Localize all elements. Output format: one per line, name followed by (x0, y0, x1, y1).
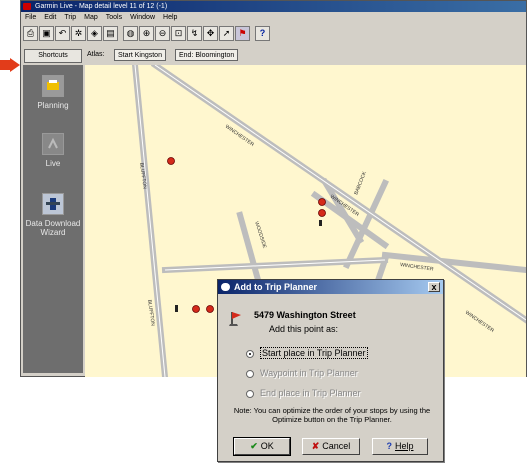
gps-icon[interactable]: ◈ (87, 26, 102, 41)
menu-tools[interactable]: Tools (102, 12, 126, 23)
dialog-title-bar: Add to Trip Planner x (218, 280, 443, 294)
street-label: WINCHESTER (464, 310, 495, 334)
radio-button[interactable] (246, 349, 254, 358)
save-icon[interactable]: ▣ (39, 26, 54, 41)
planning-icon (42, 75, 64, 97)
dialog-app-icon (221, 283, 230, 291)
sidebar-item-label: Live (45, 159, 61, 168)
cancel-button[interactable]: ✘ Cancel (302, 438, 360, 455)
window-title: Garmin Live - Map detail level 11 of 12 … (35, 3, 168, 10)
shortcuts-button[interactable]: Shortcuts (24, 49, 82, 63)
pointer-icon[interactable]: ➚ (219, 26, 234, 41)
street-label: WINCHESTER (400, 262, 435, 273)
print-icon[interactable]: ⎙ (23, 26, 38, 41)
atlas-label: Atlas: (87, 51, 105, 58)
sidebar: Planning Live Data Download Wizard (23, 65, 83, 373)
x-icon: ✘ (311, 441, 320, 451)
dialog-title: Add to Trip Planner (234, 282, 318, 292)
help-button[interactable]: ? Help (372, 438, 428, 455)
tab-start-kingston[interactable]: Start Kingston (114, 49, 166, 61)
street-label: BLUFFTON (146, 299, 156, 326)
street-label: BABCOCK (353, 170, 368, 196)
help-icon[interactable]: ? (255, 26, 270, 41)
pointer-arrow-icon (0, 58, 20, 72)
question-icon: ? (386, 441, 392, 451)
sidebar-item-planning[interactable]: Planning (23, 75, 83, 110)
route-icon[interactable]: ↯ (187, 26, 202, 41)
sidebar-item-live[interactable]: Live (23, 133, 83, 168)
toolbar: ⎙ ▣ ↶ ✲ ◈ ▤ ◍ ⊕ ⊖ ⊡ ↯ ✥ ➚ ⚑ ? (21, 23, 526, 46)
tab-row: Shortcuts Atlas: Start Kingston End: Blo… (21, 45, 526, 63)
undo-icon[interactable]: ↶ (55, 26, 70, 41)
zoom-area-icon[interactable]: ⊡ (171, 26, 186, 41)
ok-button[interactable]: ✔ OK (233, 437, 291, 456)
menu-trip[interactable]: Trip (60, 12, 80, 23)
radio-button (246, 369, 254, 378)
sidebar-item-data-download-wizard[interactable]: Data Download Wizard (23, 193, 83, 237)
menu-help[interactable]: Help (159, 12, 181, 23)
pan-icon[interactable]: ✥ (203, 26, 218, 41)
globe-icon[interactable]: ◍ (123, 26, 138, 41)
close-button[interactable]: x (428, 282, 440, 292)
flag-icon (229, 312, 241, 326)
street-address: 5479 Washington Street (254, 310, 356, 320)
printer2-icon[interactable]: ▤ (103, 26, 118, 41)
street-label: WOODSIDE (253, 221, 267, 250)
tab-end-bloomington[interactable]: End: Bloomington (175, 49, 239, 61)
add-to-trip-planner-dialog: Add to Trip Planner x 5479 Washington St… (217, 279, 444, 462)
option-end-place: End place in Trip Planner (246, 388, 361, 398)
add-prompt: Add this point as: (269, 324, 339, 334)
option-waypoint: Waypoint in Trip Planner (246, 368, 358, 378)
sidebar-item-label: Data Download Wizard (25, 219, 81, 237)
menu-map[interactable]: Map (80, 12, 102, 23)
zoom-in-icon[interactable]: ⊕ (139, 26, 154, 41)
menu-bar: File Edit Trip Map Tools Window Help (21, 12, 526, 23)
checkmark-icon: ✔ (250, 441, 258, 451)
optimize-note: Note: You can optimize the order of your… (233, 406, 431, 424)
menu-edit[interactable]: Edit (40, 12, 60, 23)
app-icon (23, 3, 31, 10)
menu-file[interactable]: File (21, 12, 40, 23)
sidebar-item-label: Planning (37, 101, 69, 110)
menu-window[interactable]: Window (126, 12, 159, 23)
settings-icon[interactable]: ✲ (71, 26, 86, 41)
option-start-place[interactable]: Start place in Trip Planner (246, 347, 368, 359)
live-icon (42, 133, 64, 155)
flag-icon[interactable]: ⚑ (235, 26, 250, 41)
satellite-icon (42, 193, 64, 215)
zoom-out-icon[interactable]: ⊖ (155, 26, 170, 41)
title-bar: Garmin Live - Map detail level 11 of 12 … (21, 1, 526, 12)
radio-button (246, 389, 254, 398)
